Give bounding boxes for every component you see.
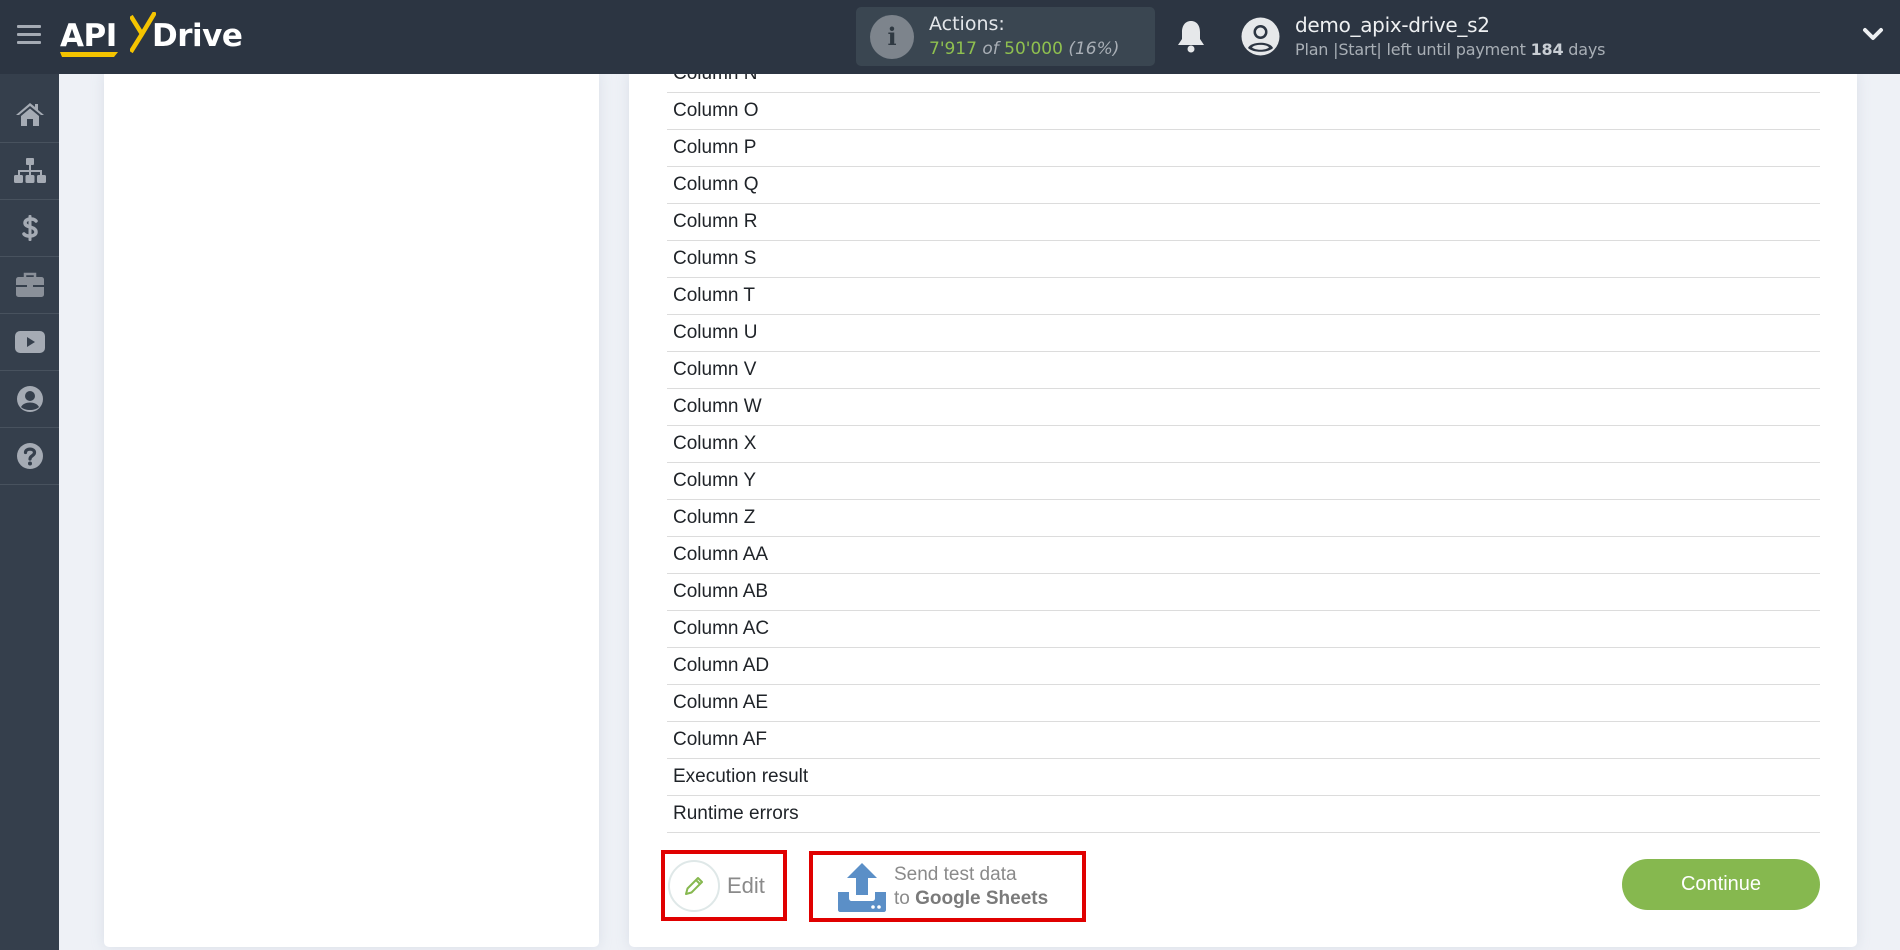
- plan-prefix: Plan |Start| left until payment: [1295, 40, 1526, 59]
- field-row: Column Y: [667, 463, 1820, 500]
- actions-percent: (16%): [1068, 39, 1120, 59]
- edit-icon-circle: [668, 860, 720, 912]
- apixdrive-logo[interactable]: API Drive: [60, 12, 250, 60]
- hamburger-line: [17, 41, 41, 44]
- sidebar: [0, 74, 59, 950]
- field-row: Column W: [667, 389, 1820, 426]
- sidebar-item-services[interactable]: [0, 257, 59, 314]
- field-row: Column R: [667, 204, 1820, 241]
- hamburger-line: [17, 33, 41, 36]
- user-plan-info: Plan |Start| left until payment 184 days: [1295, 40, 1605, 59]
- edit-highlight-frame: Edit: [661, 850, 787, 921]
- notifications-bell-icon[interactable]: [1175, 18, 1207, 54]
- upload-icon: [838, 863, 886, 912]
- field-row: Column AC: [667, 611, 1820, 648]
- days-suffix: days: [1568, 40, 1606, 59]
- field-row: Column S: [667, 241, 1820, 278]
- send-line-2-prefix: to: [894, 888, 910, 909]
- field-row: Column N: [667, 74, 1820, 93]
- field-row: Column U: [667, 315, 1820, 352]
- briefcase-icon: [15, 272, 44, 297]
- left-panel: [104, 74, 599, 947]
- field-row: Column AB: [667, 574, 1820, 611]
- sidebar-item-help[interactable]: [0, 428, 59, 485]
- days-left: 184: [1530, 40, 1564, 59]
- field-row: Column X: [667, 426, 1820, 463]
- send-line-1: Send test data: [894, 864, 1017, 885]
- dollar-icon: [21, 215, 38, 241]
- field-row: Column P: [667, 130, 1820, 167]
- field-row: Column AD: [667, 648, 1820, 685]
- sitemap-icon: [13, 158, 46, 183]
- home-icon: [15, 103, 44, 126]
- field-row: Column Z: [667, 500, 1820, 537]
- user-icon: [16, 386, 43, 412]
- send-line-2: to Google Sheets: [894, 887, 1048, 911]
- actions-of: of: [982, 39, 999, 59]
- send-test-highlight-frame: Send test data to Google Sheets: [809, 851, 1086, 922]
- menu-toggle-button[interactable]: [17, 25, 41, 45]
- send-destination: Google Sheets: [915, 888, 1049, 909]
- chevron-down-icon[interactable]: [1862, 26, 1884, 42]
- sidebar-item-home[interactable]: [0, 86, 59, 143]
- info-icon: i: [870, 15, 914, 59]
- sidebar-item-videos[interactable]: [0, 314, 59, 371]
- help-icon: [16, 443, 43, 469]
- logo-drive-text: Drive: [152, 18, 243, 54]
- field-row: Column T: [667, 278, 1820, 315]
- field-row: Column V: [667, 352, 1820, 389]
- sidebar-item-connections[interactable]: [0, 143, 59, 200]
- field-row: Execution result: [667, 759, 1820, 796]
- field-row: Column O: [667, 93, 1820, 130]
- sidebar-item-billing[interactable]: [0, 200, 59, 257]
- user-name[interactable]: demo_apix-drive_s2: [1295, 13, 1490, 37]
- field-list: Column NColumn OColumn PColumn QColumn R…: [667, 74, 1820, 833]
- actions-counter[interactable]: i Actions: 7'917 of 50'000 (16%): [856, 7, 1155, 66]
- logo-underline: [60, 52, 118, 57]
- actions-value: 7'917 of 50'000 (16%): [929, 39, 1119, 59]
- field-row: Column Q: [667, 167, 1820, 204]
- actions-used: 7'917: [929, 39, 977, 59]
- edit-label: Edit: [727, 873, 765, 898]
- pencil-icon: [685, 877, 703, 895]
- field-row: Column AA: [667, 537, 1820, 574]
- actions-label: Actions:: [929, 13, 1005, 35]
- continue-button[interactable]: Continue: [1622, 859, 1820, 910]
- sidebar-item-profile[interactable]: [0, 371, 59, 428]
- edit-button[interactable]: Edit: [668, 860, 765, 912]
- actions-total: 50'000: [1004, 39, 1063, 59]
- field-row: Runtime errors: [667, 796, 1820, 833]
- send-test-label: Send test data to Google Sheets: [894, 863, 1048, 911]
- top-header: API Drive i Actions: 7'917 of 50'000 (16…: [0, 0, 1900, 74]
- field-row: Column AE: [667, 685, 1820, 722]
- main-panel: Column NColumn OColumn PColumn QColumn R…: [629, 74, 1857, 947]
- send-test-data-button[interactable]: Send test data to Google Sheets: [837, 862, 1048, 912]
- user-avatar-icon[interactable]: [1240, 16, 1281, 57]
- field-row: Column AF: [667, 722, 1820, 759]
- youtube-icon: [14, 331, 45, 353]
- hamburger-line: [17, 25, 41, 28]
